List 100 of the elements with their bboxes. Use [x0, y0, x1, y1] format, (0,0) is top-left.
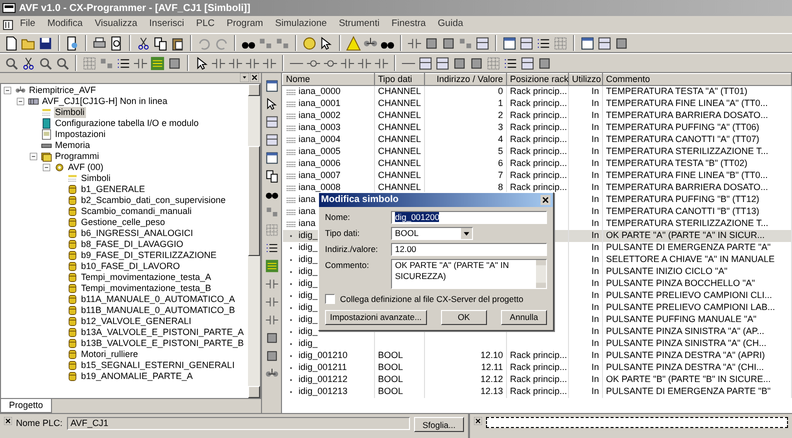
- panel-icon[interactable]: [520, 56, 535, 70]
- copy-icon[interactable]: [264, 169, 278, 183]
- block-icon[interactable]: [264, 349, 278, 363]
- column-header[interactable]: Nome: [282, 74, 374, 86]
- block-icon[interactable]: [441, 36, 456, 50]
- input-field[interactable]: dig_001200: [391, 211, 547, 224]
- zoom-icon[interactable]: [4, 56, 19, 70]
- tree-item[interactable]: Simboli: [80, 173, 112, 184]
- tree-item[interactable]: b11B_MANUALE_0_AUTOMATICO_B: [80, 305, 236, 316]
- table-row[interactable]: idig_001211 BOOL 12.11 Rack princip... In PULSANTE PINZA DESTRA "A" (CHI...: [282, 362, 792, 374]
- table-row[interactable]: iana_0000 CHANNEL 0 Rack princip... In TEMPERATURA TESTA "A" (TT01): [282, 86, 792, 98]
- copy-icon[interactable]: [153, 36, 168, 50]
- panel-icon[interactable]: [475, 36, 490, 50]
- contact-icon[interactable]: [264, 277, 278, 291]
- window-icon[interactable]: [502, 36, 517, 50]
- tree-item[interactable]: AVF (00): [67, 162, 104, 173]
- comment-field[interactable]: OK PARTE "A" (PARTE "A" IN SICUREZZA): [391, 259, 547, 289]
- close-icon[interactable]: [250, 73, 259, 82]
- zoom-icon[interactable]: [55, 56, 70, 70]
- new-file-icon[interactable]: [4, 36, 19, 50]
- tree-item[interactable]: b2_Scambio_dati_con_supervisione: [80, 195, 227, 206]
- close-icon[interactable]: [4, 417, 12, 425]
- expander-icon[interactable]: [42, 163, 51, 172]
- tree-item[interactable]: b6_INGRESSI_ANALOGICI: [80, 228, 194, 239]
- scrollbar[interactable]: [248, 84, 260, 398]
- menu-item[interactable]: Modifica: [41, 17, 89, 32]
- input-field[interactable]: AVF_CJ1: [66, 417, 410, 430]
- tree-item[interactable]: Programmi: [54, 151, 100, 162]
- dropdown-arrow-icon[interactable]: [240, 73, 249, 82]
- table-row[interactable]: iana_0006 CHANNEL 6 Rack princip... In TEMPERATURA TESTA "B" (TT02): [282, 158, 792, 170]
- scissors-icon[interactable]: [136, 36, 151, 50]
- project-tab[interactable]: Progetto: [0, 399, 52, 413]
- table-row[interactable]: iana_0003 CHANNEL 3 Rack princip... In TEMPERATURA PUFFING "A" (TT06): [282, 122, 792, 134]
- table-row[interactable]: idig_ In PULSANTE PINZA SINISTRA "A" (CH...: [282, 338, 792, 350]
- dialog-button[interactable]: Impostazioni avanzate...: [325, 310, 427, 325]
- tree-item[interactable]: b12_VALVOLE_GENERALI: [80, 316, 192, 327]
- column-header[interactable]: Commento: [602, 74, 792, 86]
- panel-icon[interactable]: [435, 56, 450, 70]
- column-header[interactable]: Tipo dati: [374, 74, 424, 86]
- printer-icon[interactable]: [92, 36, 107, 50]
- menu-item[interactable]: File: [14, 17, 42, 32]
- dialog-button[interactable]: OK: [440, 310, 487, 325]
- menu-item[interactable]: Guida: [432, 17, 470, 32]
- dialog-button[interactable]: Annulla: [500, 310, 547, 325]
- table-row[interactable]: iana_0004 CHANNEL 4 Rack princip... In TEMPERATURA CANOTTI "A" (TT07): [282, 134, 792, 146]
- tree-item[interactable]: Configurazione tabella I/O e modulo: [54, 118, 200, 129]
- tree-item[interactable]: Memoria: [54, 140, 92, 151]
- column-header[interactable]: Indirizzo / Valore: [424, 74, 506, 86]
- tree-item[interactable]: Impostazioni: [54, 129, 107, 140]
- window-icon[interactable]: [580, 36, 595, 50]
- warning-icon[interactable]: [346, 36, 361, 50]
- table-row[interactable]: iana_0007 CHANNEL 7 Rack princip... In TEMPERATURA FINE LINEA "B" (TT0...: [282, 170, 792, 182]
- grid-icon[interactable]: [82, 56, 97, 70]
- panel-icon[interactable]: [264, 115, 278, 129]
- paste-icon[interactable]: [170, 36, 185, 50]
- close-icon[interactable]: [540, 195, 551, 205]
- column-header[interactable]: Posizione rack: [506, 74, 568, 86]
- tree-item[interactable]: Riempitrice_AVF: [28, 85, 97, 96]
- save-icon[interactable]: [38, 36, 53, 50]
- tree-item[interactable]: b15_SEGNALI_ESTERNI_GENERALI: [80, 360, 236, 371]
- output-field[interactable]: [486, 417, 788, 428]
- expander-icon[interactable]: [3, 86, 12, 95]
- contact-icon[interactable]: [264, 295, 278, 309]
- input-field[interactable]: 12.00: [391, 243, 547, 256]
- expander-icon[interactable]: [16, 97, 25, 106]
- tree-item[interactable]: b9_FASE_DI_STERILIZZAZIONE: [80, 250, 218, 261]
- tree-item[interactable]: Tempi_movimentazione_testa_B: [80, 283, 212, 294]
- menu-item[interactable]: PLC: [190, 17, 221, 32]
- tree-item[interactable]: AVF_CJ1[CJ1G-H] Non in linea: [41, 96, 168, 107]
- tree-item[interactable]: Tempi_movimentazione_testa_A: [80, 272, 212, 283]
- panel-icon[interactable]: [519, 36, 534, 50]
- close-icon[interactable]: [474, 417, 482, 425]
- tree-item[interactable]: b10_FASE_DI_LAVORO: [80, 261, 181, 272]
- window-icon[interactable]: [264, 151, 278, 165]
- list-icon[interactable]: [264, 241, 278, 255]
- panel-icon[interactable]: [418, 56, 433, 70]
- table-row[interactable]: idig_001213 BOOL 12.13 Rack princip... In PULSANTE DI EMERGENZA PARTE "B": [282, 386, 792, 398]
- tree-item[interactable]: Gestione_celle_peso: [80, 217, 166, 228]
- menu-item[interactable]: Visualizza: [88, 17, 144, 32]
- table-row[interactable]: iana_0005 CHANNEL 5 Rack princip... In TEMPERATURA STERILIZZAZIONE T...: [282, 146, 792, 158]
- column-header[interactable]: Utilizzo: [568, 74, 602, 86]
- menu-item[interactable]: Simulazione: [269, 17, 333, 32]
- tree-item[interactable]: b8_FASE_DI_LAVAGGIO: [80, 239, 184, 250]
- panel-icon[interactable]: [264, 133, 278, 147]
- tree-item[interactable]: b1_GENERALE: [80, 184, 146, 195]
- menu-item[interactable]: Strumenti: [332, 17, 386, 32]
- tree-item[interactable]: b13A_VALVOLE_E_PISTONI_PARTE_A: [80, 327, 245, 338]
- table-row[interactable]: idig_001210 BOOL 12.10 Rack princip... In PULSANTE PINZA DESTRA "A" (APRI): [282, 350, 792, 362]
- contact-icon[interactable]: [264, 313, 278, 327]
- tree-item[interactable]: Simboli: [54, 107, 86, 118]
- dropdown[interactable]: BOOL: [391, 227, 473, 240]
- block-icon[interactable]: [452, 56, 467, 70]
- table-row[interactable]: idig_001212 BOOL 12.12 Rack princip... In OK PARTE "B" (PARTE "B" IN SICURE...: [282, 374, 792, 386]
- tree-item[interactable]: b13B_VALVOLE_E_PISTONI_PARTE_B: [80, 338, 245, 349]
- zoom-icon[interactable]: [38, 56, 53, 70]
- block-icon[interactable]: [424, 36, 439, 50]
- panel-icon[interactable]: [597, 36, 612, 50]
- block-icon[interactable]: [469, 56, 484, 70]
- browse-button[interactable]: Sfoglia...: [414, 417, 464, 432]
- scissors-icon[interactable]: [21, 56, 36, 70]
